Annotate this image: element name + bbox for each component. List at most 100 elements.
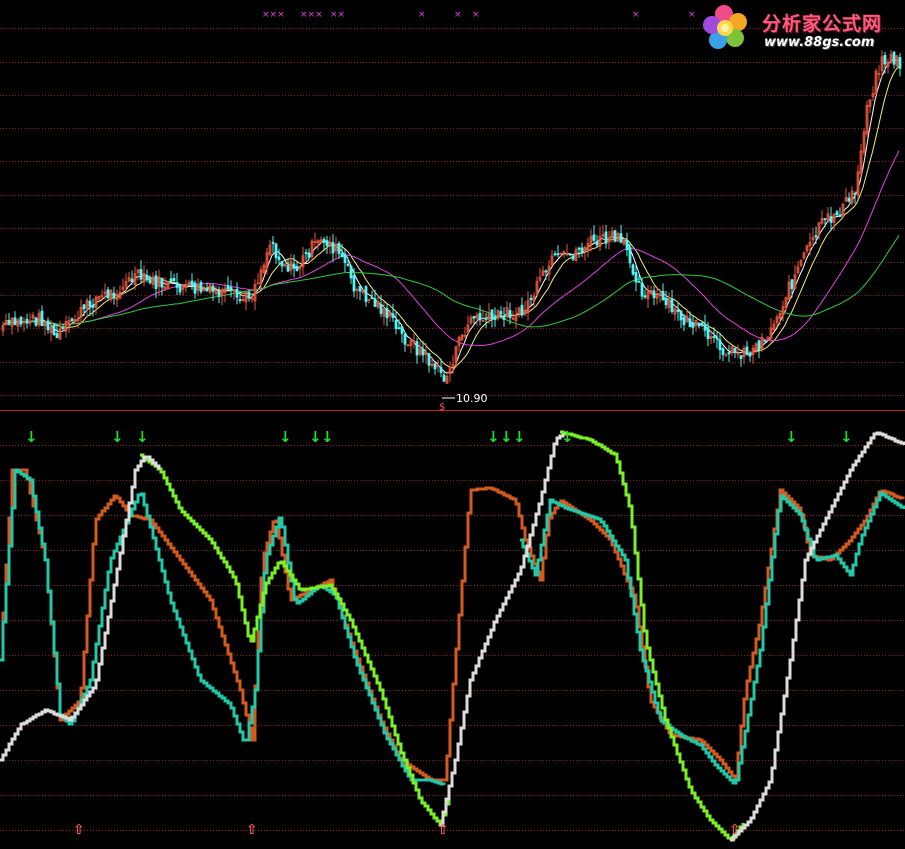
cross-marker: × [472, 10, 480, 20]
candle-body [160, 277, 164, 288]
candle-body [706, 327, 710, 339]
cross-marker: × [454, 10, 462, 20]
candle-body [112, 292, 116, 299]
candle-body [682, 317, 686, 325]
sell-arrow-icon: ↓ [561, 428, 574, 446]
candle-body [199, 282, 203, 293]
sell-arrow-icon: ↓ [25, 428, 38, 446]
candle-body [556, 253, 560, 256]
candle-body [661, 290, 665, 301]
candle-body [154, 275, 158, 289]
sell-arrow-icon: ↓ [487, 428, 500, 446]
flower-logo-icon [703, 5, 747, 49]
candle-body [712, 336, 716, 338]
sell-arrow-icon: ↓ [309, 428, 322, 446]
candle-body [34, 317, 38, 326]
candle-body [580, 247, 584, 253]
candle [34, 316, 38, 327]
candle-body [490, 309, 494, 320]
sell-arrow-icon: ↓ [840, 428, 853, 446]
candle-body [883, 54, 887, 65]
candle-body [640, 282, 644, 297]
candle-body [478, 312, 482, 321]
candle-body [106, 289, 110, 299]
sell-arrow-icon: ↓ [136, 428, 149, 446]
cross-marker: ××× [262, 10, 285, 20]
candle-body [286, 265, 290, 272]
candle-body [394, 319, 398, 329]
candle [862, 128, 866, 156]
candle-body [670, 298, 674, 313]
candle-body [145, 275, 149, 281]
sell-arrow-icon: ↓ [513, 428, 526, 446]
sell-arrow-icon: ↓ [500, 428, 513, 446]
candle-body [91, 304, 95, 308]
candle-body [502, 315, 506, 320]
candle [613, 229, 617, 243]
candle-body [691, 323, 695, 328]
candle-body [307, 252, 311, 258]
candle-body [343, 253, 347, 264]
candle-body [7, 320, 11, 325]
candle-body [676, 309, 680, 313]
low-dollar-icon: $ [439, 402, 445, 413]
candle-body [379, 304, 383, 314]
candle-body [172, 278, 176, 281]
candle-body [148, 279, 152, 284]
cross-marker: ××× [300, 10, 323, 20]
candle [766, 336, 770, 340]
candle-body [790, 279, 794, 290]
candle-body [238, 299, 242, 301]
candle-body [415, 341, 419, 356]
buy-arrow-icon: ⇧ [246, 822, 258, 838]
candle-body [721, 348, 725, 355]
candle-body [748, 353, 752, 357]
candle-body [727, 351, 731, 355]
candle-body [643, 295, 647, 298]
candle-body [847, 197, 851, 202]
candle [865, 100, 869, 137]
candle-body [520, 304, 524, 316]
candle-body [205, 288, 209, 292]
candle-body [304, 252, 308, 255]
candle [874, 68, 878, 95]
candle-body [613, 230, 617, 242]
cross-marker: × [688, 10, 696, 20]
sell-arrow-icon: ↓ [321, 428, 334, 446]
candle-body [277, 256, 281, 261]
candle-body [247, 291, 251, 299]
candle-body [274, 243, 278, 259]
candle-body [733, 347, 737, 353]
chart-stage: ××× ××× ×× × × × × × 10.90 $ ↓ ↓ ↓ ↓ ↓ ↓ ↓ ↓ ↓ ↓ ↓ ↓⇧ ⇧ ⇧ ⇧ [0, 0, 905, 849]
candle-body [190, 280, 194, 286]
candle-body [52, 324, 56, 335]
candle-body [88, 300, 92, 307]
candle-body [619, 233, 623, 243]
buy-arrow-icon: ⇧ [437, 822, 449, 838]
candle-body [19, 316, 23, 325]
candle-body [337, 242, 341, 255]
candle-body [757, 340, 761, 350]
low-price-label: 10.90 [456, 392, 488, 405]
candle-body [484, 317, 488, 320]
candle-body [226, 285, 230, 290]
candle-body [853, 192, 857, 195]
candle-body [493, 316, 497, 320]
candle-body [331, 242, 335, 254]
sell-arrow-icon: ↓ [279, 428, 292, 446]
candle-body [400, 326, 404, 334]
candle-body [652, 290, 656, 298]
brand-text: 分析家公式网 [762, 13, 883, 35]
candle-body [544, 270, 548, 273]
candle [460, 333, 464, 341]
candle-body [442, 374, 446, 382]
chart-background [0, 0, 905, 849]
candle-body [25, 318, 29, 324]
candle-body [637, 280, 641, 283]
candle-body [745, 346, 749, 355]
candle-body [898, 57, 902, 69]
candle-body [628, 246, 632, 264]
candle-body [763, 339, 767, 342]
candle-body [61, 327, 65, 330]
candle-body [604, 231, 608, 244]
